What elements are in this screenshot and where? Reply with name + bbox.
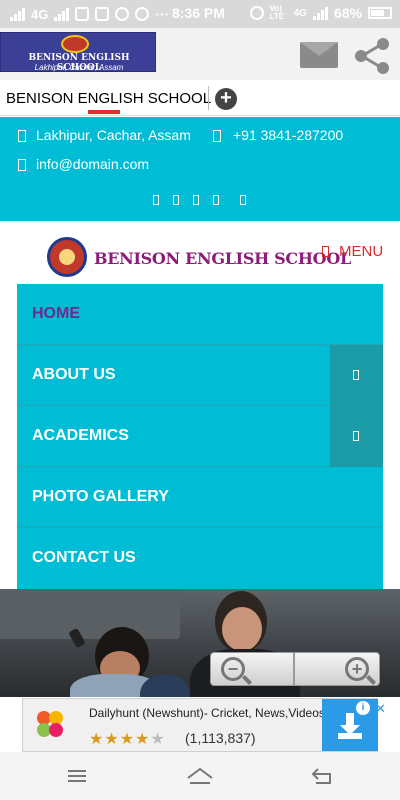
tab-label: BENISON ENGLISH SCHOOL [6,90,212,107]
app-bar: BENISON ENGLISH SCHOOL Lakhipur, Cachar,… [0,28,400,80]
network-label-2: 4G [293,7,307,19]
tab-indicator [88,110,120,114]
nav-item-photo-gallery[interactable]: PHOTO GALLERY [17,467,383,528]
signal-icon-2 [54,7,70,21]
whatsapp-notification-icon [135,7,150,21]
zoom-out-icon: − [221,657,245,681]
site-header: BENISON ENGLISH SCHOOL MENU [0,221,400,287]
phone-link[interactable]: +91 3841-287200 [233,127,343,143]
signal-icon-3 [312,6,328,20]
site-name[interactable]: BENISON ENGLISH SCHOOL [94,249,351,268]
nav-label: PHOTO GALLERY [32,488,169,505]
tab-bar: BENISON ENGLISH SCHOOL + [0,82,400,116]
email-link[interactable]: info@domain.com [36,156,149,172]
logo-subtitle: Lakhipur, Cachar, Assam [34,63,124,72]
ad-title: Dailyhunt (Newshunt)- Cricket, News,Vide… [89,706,325,720]
email-icon [18,159,26,171]
menu-label: MENU [339,243,384,260]
pinterest-icon[interactable] [240,195,246,205]
zoom-control: − + [210,652,380,686]
facebook-icon[interactable] [153,195,159,205]
contact-bar: Lakhipur, Cachar, Assam +91 3841-287200 … [0,117,400,221]
expand-icon [353,370,359,380]
twitter-icon[interactable] [173,195,179,205]
battery-percent: 68% [333,5,362,21]
nav-label: ABOUT US [32,366,116,383]
volte-label: Vo) LTE [269,4,285,21]
back-icon[interactable] [310,766,334,786]
app-logo[interactable]: BENISON ENGLISH SCHOOL Lakhipur, Cachar,… [0,32,156,73]
signal-icon [10,7,25,21]
battery-icon [368,7,392,19]
share-icon[interactable] [352,36,392,76]
nav-item-academics[interactable]: ACADEMICS [17,406,383,467]
tab-benison[interactable]: BENISON ENGLISH SCHOOL [0,82,212,116]
ad-info-icon[interactable]: i [356,701,370,715]
zoom-in-button[interactable]: + [294,652,380,686]
linkedin-icon[interactable] [213,195,219,205]
tab-divider [208,86,209,110]
status-bar: 4G ··· 8:36 PM Vo) LTE 4G 68% [0,0,400,28]
ad-stars-full: ★★★★ [89,731,151,748]
ad-rating-stars: ★★★★★ [89,729,166,749]
system-nav-bar [0,752,400,800]
menu-button[interactable]: MENU [322,243,383,260]
ad-star-half: ★ [150,731,166,748]
address-text: Lakhipur, Cachar, Assam [36,127,191,143]
school-emblem-icon[interactable] [47,237,87,277]
dailyhunt-logo-icon [37,711,63,737]
home-icon[interactable] [186,766,214,786]
network-label: 4G [31,6,49,22]
alarm-icon [249,6,264,20]
submenu-toggle-about-us[interactable] [330,345,383,406]
add-tab-button[interactable]: + [215,88,237,110]
facebook-notification-icon [95,7,110,21]
mail-icon[interactable] [300,42,338,68]
nav-label: HOME [32,305,80,322]
expand-icon [353,431,359,441]
zoom-out-button[interactable]: − [210,652,294,686]
ad-banner[interactable]: Dailyhunt (Newshunt)- Cricket, News,Vide… [22,698,386,752]
logo-emblem-icon [61,35,89,53]
notification-icon [75,7,90,21]
nav-label: CONTACT US [32,549,136,566]
submenu-toggle-academics[interactable] [330,406,383,467]
menu-icon [322,246,329,257]
nav-item-contact-us[interactable]: CONTACT US [17,528,383,589]
location-icon [18,130,26,142]
zoom-in-icon: + [345,657,369,681]
nav-item-home[interactable]: HOME [17,284,383,345]
ad-rating-count: (1,113,837) [185,730,256,746]
nav-menu: HOME ABOUT US ACADEMICS PHOTO GALLERY CO… [17,284,383,589]
google-plus-icon[interactable] [193,195,199,205]
nav-label: ACADEMICS [32,427,129,444]
recent-apps-icon[interactable] [66,768,88,784]
more-notifications-icon: ··· [155,6,170,22]
phone-icon [213,130,221,142]
skype-notification-icon [115,7,130,21]
ad-close-icon[interactable]: ✕ [375,701,387,716]
nav-item-about-us[interactable]: ABOUT US [17,345,383,406]
clock: 8:36 PM [172,5,225,21]
